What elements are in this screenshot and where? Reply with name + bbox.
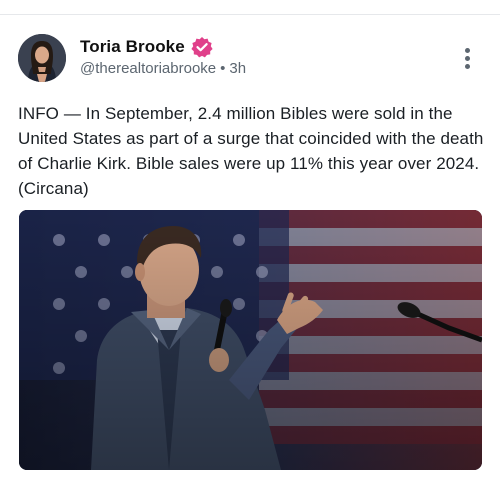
- top-divider: [0, 14, 500, 15]
- speaker-photo-icon: [19, 210, 482, 470]
- more-vertical-icon[interactable]: [460, 46, 474, 70]
- author-meta-row: @therealtoriabrooke • 3h: [80, 60, 246, 77]
- avatar-photo-icon: [18, 34, 66, 82]
- meta-separator: •: [220, 60, 226, 77]
- author-name-row: Toria Brooke: [80, 36, 213, 58]
- author-display-name[interactable]: Toria Brooke: [80, 37, 185, 57]
- post-media-photo[interactable]: [19, 210, 482, 470]
- author-avatar[interactable]: [18, 34, 66, 82]
- author-handle[interactable]: @therealtoriabrooke: [80, 60, 216, 77]
- post-timestamp[interactable]: 3h: [229, 60, 246, 77]
- post-body-text: INFO — In September, 2.4 million Bibles …: [18, 104, 484, 198]
- verified-badge-icon: [191, 36, 213, 58]
